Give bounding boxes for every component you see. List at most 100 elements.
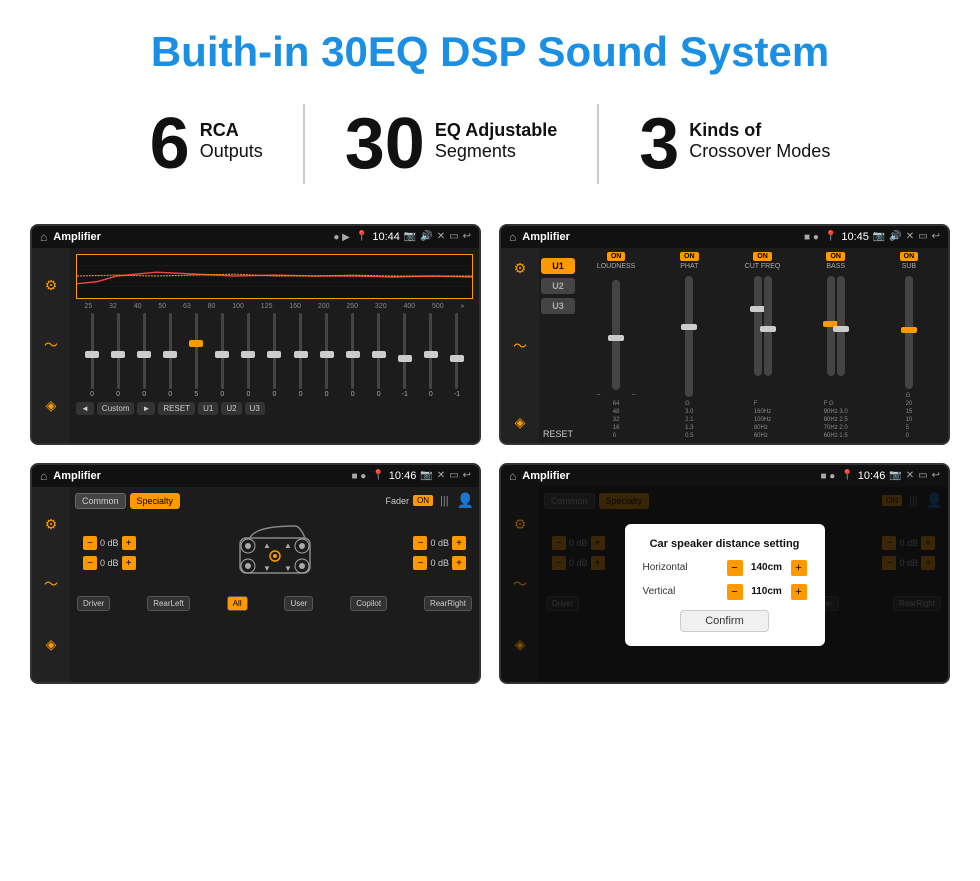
eq-sliders: 0 0 0 0 5 [76,313,473,398]
right-top-plus[interactable]: + [452,536,466,550]
user-btn[interactable]: User [284,596,313,611]
vertical-control: − 110cm + [727,584,807,600]
eq-wave-icon[interactable]: 〜 [40,331,62,359]
eq-slider-5: 0 [210,313,234,398]
tab-common[interactable]: Common [75,493,126,509]
fader-wave-icon[interactable]: 〜 [40,570,62,598]
vertical-plus[interactable]: + [791,584,807,600]
back-icon-2[interactable]: ↩ [932,231,940,243]
copilot-btn[interactable]: Copilot [350,596,387,611]
time-2: 10:45 [841,231,869,243]
preset-u1-btn[interactable]: U1 [541,258,575,274]
fader-sidebar: ⚙ 〜 ◈ [32,487,70,682]
vertical-value: 110cm [747,586,787,597]
amp2-wave-icon[interactable]: 〜 [509,332,531,360]
right-bot-plus[interactable]: + [452,556,466,570]
screen-fader-dialog: ⌂ Amplifier ■ ● 📍 10:46 📷 ✕ ▭ ↩ ⚙ 〜 ◈ Co… [499,463,950,684]
fader-main: Common Specialty Fader ON ||| 👤 − 0 dB [70,487,479,682]
fader-sliders-icon: ||| [440,495,449,507]
cutfreq-on-badge: ON [753,252,772,261]
eq-next-button[interactable]: ► [137,402,155,415]
svg-text:▲: ▲ [284,541,292,550]
eq-prev-button[interactable]: ◄ [76,402,94,415]
back-icon-4[interactable]: ↩ [932,470,940,482]
preset-column: U1 U2 U3 RESET [539,248,577,443]
channel-phat: ON PHAT G 3.0 2.1 1.3 0.5 [654,252,724,439]
fader-dialog-body: ⚙ 〜 ◈ Common Specialty ON ||| 👤 − [501,487,948,682]
amp2-sidebar: ⚙ 〜 ◈ [501,248,539,443]
left-bot-plus[interactable]: + [122,556,136,570]
status-icons-3: 📍 10:46 📷 ✕ ▭ ↩ [372,470,471,482]
app-label-4: Amplifier [522,470,814,482]
eq-custom-button[interactable]: Custom [97,402,135,415]
eq-reset-button[interactable]: RESET [158,402,195,415]
home-icon-3[interactable]: ⌂ [40,469,47,483]
left-top-val: 0 dB [100,538,119,548]
cutfreq-slider-g[interactable] [764,276,772,376]
rearright-btn[interactable]: RearRight [424,596,472,611]
camera-icon-4: 📷 [889,470,901,482]
vertical-minus[interactable]: − [727,584,743,600]
phat-slider[interactable] [685,276,693,397]
dialog-overlay: Car speaker distance setting Horizontal … [501,487,948,682]
back-icon-3[interactable]: ↩ [463,470,471,482]
fader-filter-icon[interactable]: ⚙ [41,512,62,537]
eq-u3-button[interactable]: U3 [245,402,265,415]
fader-speaker-icon[interactable]: ◈ [42,632,61,657]
volume-icon-2: 🔊 [889,231,901,243]
page-title: Buith-in 30EQ DSP Sound System [0,0,980,94]
tab-specialty[interactable]: Specialty [130,493,181,509]
home-icon-4[interactable]: ⌂ [509,469,516,483]
left-top-plus[interactable]: + [122,536,136,550]
minimize-icon: ▭ [449,231,458,243]
stat-eq: 30 EQ Adjustable Segments [305,108,597,180]
confirm-button[interactable]: Confirm [680,610,769,632]
eq-filter-icon[interactable]: ⚙ [41,273,62,298]
stat-crossover-number: 3 [639,108,679,180]
loudness-slider-l[interactable] [612,280,620,390]
preset-u3-btn[interactable]: U3 [541,298,575,314]
left-top-minus[interactable]: − [83,536,97,550]
all-btn[interactable]: All [227,596,248,611]
horizontal-minus[interactable]: − [727,560,743,576]
bass-slider-g[interactable] [837,276,845,376]
minimize-icon-3: ▭ [449,470,458,482]
bass-on-badge: ON [826,252,845,261]
home-icon[interactable]: ⌂ [40,230,47,244]
preset-u2-btn[interactable]: U2 [541,278,575,294]
right-db-controls: − 0 dB + − 0 dB + [413,536,466,570]
stat-eq-number: 30 [345,108,425,180]
location-icon: 📍 [356,231,368,243]
eq-u2-button[interactable]: U2 [221,402,241,415]
left-bot-minus[interactable]: − [83,556,97,570]
home-icon-2[interactable]: ⌂ [509,230,516,244]
driver-btn[interactable]: Driver [77,596,110,611]
amp2-speaker-icon[interactable]: ◈ [511,410,530,435]
x-icon-2: ✕ [906,231,914,243]
x-icon-4: ✕ [906,470,914,482]
car-diagram: ▲ ▲ ▼ ▼ [136,518,414,588]
reset-label[interactable]: RESET [541,429,575,439]
right-top-minus[interactable]: − [413,536,427,550]
rearleft-btn[interactable]: RearLeft [147,596,190,611]
eq-slider-1: 0 [106,313,130,398]
eq-slider-8: 0 [289,313,313,398]
horizontal-plus[interactable]: + [791,560,807,576]
sub-slider[interactable] [905,276,913,389]
horizontal-value: 140cm [747,562,787,573]
eq-slider-13: 0 [419,313,443,398]
right-bot-minus[interactable]: − [413,556,427,570]
amp2-filter-icon[interactable]: ⚙ [510,256,531,281]
eq-u1-button[interactable]: U1 [198,402,218,415]
eq-slider-2: 0 [132,313,156,398]
svg-text:▲: ▲ [263,541,271,550]
person-icon: 👤 [457,492,474,509]
location-icon-2: 📍 [825,231,837,243]
back-icon[interactable]: ↩ [463,231,471,243]
svg-text:▼: ▼ [263,564,271,573]
channel-cutfreq: ON CUT FREQ F 160Hz 100Hz 8 [727,252,797,439]
status-icons-2: 📍 10:45 📷 🔊 ✕ ▭ ↩ [825,231,940,243]
stat-rca-text: RCA Outputs [200,108,263,162]
eq-speaker-icon[interactable]: ◈ [42,393,61,418]
stat-eq-line2: Segments [435,141,557,162]
